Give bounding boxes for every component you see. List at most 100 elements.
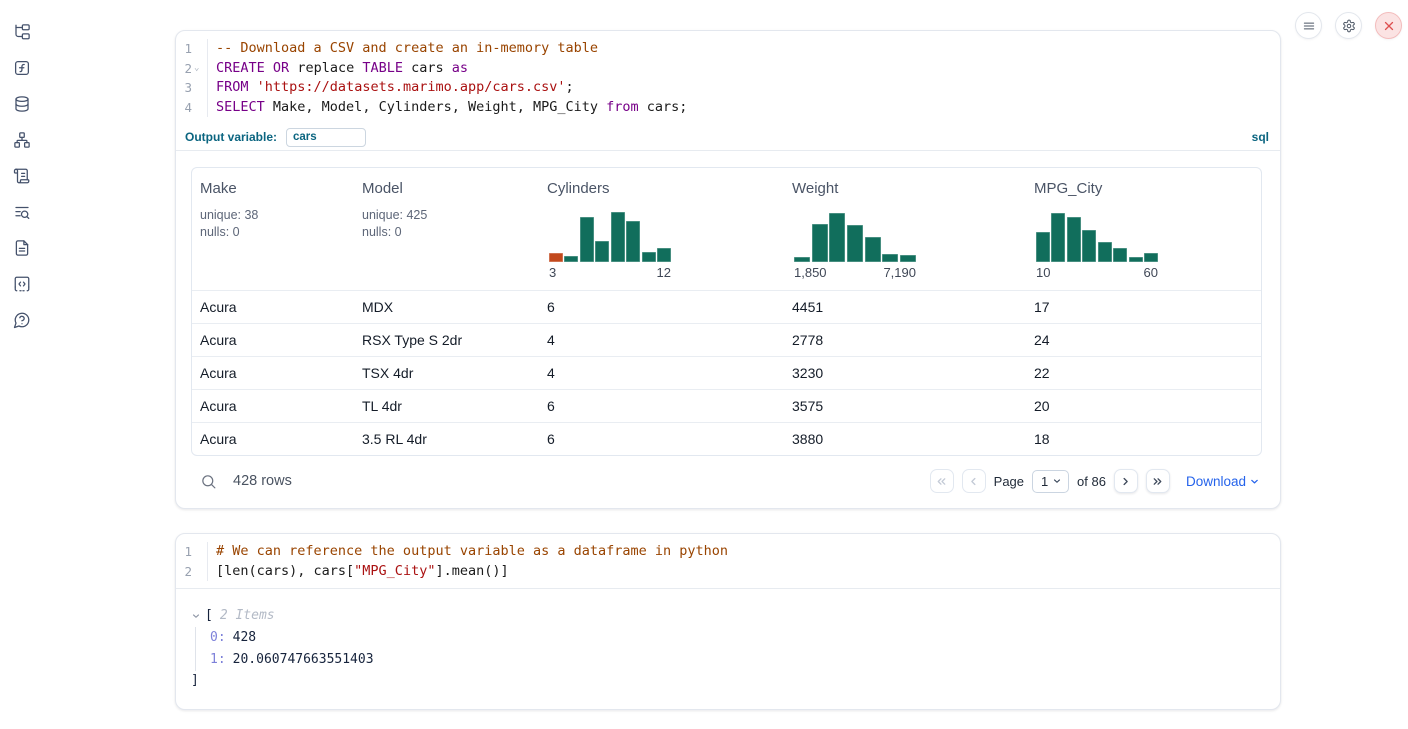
column-stats: unique: 38nulls: 0 — [200, 207, 346, 241]
histogram-bar — [1036, 232, 1050, 262]
code-text: -- Download a CSV and create an in-memor… — [208, 39, 598, 59]
code-text: # We can reference the output variable a… — [208, 542, 728, 562]
chevrons-left-icon — [935, 475, 948, 488]
histogram-bar — [1082, 230, 1096, 262]
sidebar-functions-button[interactable] — [0, 50, 44, 86]
functions-icon — [13, 59, 31, 77]
histogram-bar — [1098, 242, 1112, 262]
previous-page-button[interactable] — [962, 469, 986, 493]
table-row[interactable]: AcuraMDX6445117 — [192, 290, 1261, 323]
column-header-weight[interactable]: Weight 1,8507,190 — [784, 168, 1026, 290]
histogram-bar — [900, 255, 916, 262]
code-text: CREATE OR replace TABLE cars as — [208, 59, 468, 79]
column-histogram[interactable]: 1060 — [1036, 210, 1158, 280]
line-number: 1 — [176, 39, 208, 59]
sidebar-list-search-button[interactable] — [0, 194, 44, 230]
table-row[interactable]: AcuraTL 4dr6357520 — [192, 389, 1261, 422]
code-text: FROM 'https://datasets.marimo.app/cars.c… — [208, 78, 574, 98]
table-cell: 3.5 RL 4dr — [354, 431, 539, 447]
output-tree-body: 0:4281:20.060747663551403 — [195, 627, 1264, 671]
code-line: 2[len(cars), cars["MPG_City"].mean()] — [176, 562, 1280, 582]
table-cell: 3230 — [784, 365, 1026, 381]
table-cell: MDX — [354, 299, 539, 315]
table-cell: 17 — [1026, 299, 1261, 315]
histogram-bar — [829, 213, 845, 262]
next-page-button[interactable] — [1114, 469, 1138, 493]
sidebar-snippets-button[interactable] — [0, 266, 44, 302]
table-cell: 20 — [1026, 398, 1261, 414]
table-cell: 6 — [539, 398, 784, 414]
code-text: SELECT Make, Model, Cylinders, Weight, M… — [208, 98, 687, 118]
language-badge: sql — [1252, 130, 1269, 144]
sql-output-area: Make unique: 38nulls: 0 Model unique: 425nu… — [176, 151, 1280, 508]
histogram-bar — [865, 237, 881, 262]
download-button[interactable]: Download — [1186, 474, 1260, 489]
help-icon — [13, 311, 31, 329]
histogram-bar — [626, 221, 640, 262]
sql-code-editor[interactable]: 1-- Download a CSV and create an in-memo… — [176, 31, 1280, 124]
column-header-mpg_city[interactable]: MPG_City1060 — [1026, 168, 1261, 290]
close-bracket: ] — [191, 671, 1264, 691]
python-code-editor[interactable]: 1# We can reference the output variable … — [176, 534, 1280, 588]
line-number: 2 — [176, 562, 208, 582]
table-cell: 3575 — [784, 398, 1026, 414]
chevron-down-icon — [1052, 476, 1062, 486]
column-header-make[interactable]: Make unique: 38nulls: 0 — [192, 168, 354, 290]
sidebar-logs-button[interactable] — [0, 158, 44, 194]
page-select[interactable]: 1 — [1032, 470, 1069, 493]
sidebar-help-button[interactable] — [0, 302, 44, 338]
column-label: Make — [200, 180, 346, 197]
histogram-bar — [611, 212, 625, 262]
code-text: [len(cars), cars["MPG_City"].mean()] — [208, 562, 509, 582]
open-bracket: [ — [205, 605, 213, 627]
column-label: Weight — [792, 180, 1018, 197]
histogram-bar — [1113, 248, 1127, 262]
table-row[interactable]: Acura3.5 RL 4dr6388018 — [192, 422, 1261, 455]
table-cell: 6 — [539, 431, 784, 447]
histogram-bar — [642, 252, 656, 262]
column-histogram[interactable]: 312 — [549, 210, 671, 280]
python-output: [ 2 Items 0:4281:20.060747663551403 ] — [176, 589, 1280, 709]
line-number: 2⌄ — [176, 59, 208, 79]
histogram-bar — [564, 256, 578, 262]
column-header-cylinders[interactable]: Cylinders312 — [539, 168, 784, 290]
column-label: Model — [362, 180, 531, 197]
chevrons-right-icon — [1151, 475, 1164, 488]
table-row[interactable]: AcuraTSX 4dr4323022 — [192, 356, 1261, 389]
items-count-label: 2 Items — [220, 605, 275, 627]
sidebar-documentation-button[interactable] — [0, 230, 44, 266]
code-line: 3FROM 'https://datasets.marimo.app/cars.… — [176, 78, 1280, 98]
fold-chevron-icon[interactable]: ⌄ — [194, 59, 203, 79]
sidebar-database-button[interactable] — [0, 86, 44, 122]
histogram-bar — [595, 241, 609, 262]
page-select-value: 1 — [1041, 474, 1048, 489]
sidebar-dependency-graph-button[interactable] — [0, 122, 44, 158]
column-header-model[interactable]: Model unique: 425nulls: 0 — [354, 168, 539, 290]
output-variable-label: Output variable: — [185, 130, 277, 144]
menu-button[interactable] — [1295, 12, 1322, 39]
output-tree-header[interactable]: [ 2 Items — [191, 605, 1264, 627]
histogram-bar — [882, 254, 898, 262]
table-row[interactable]: AcuraRSX Type S 2dr4277824 — [192, 323, 1261, 356]
output-list-item: 0:428 — [210, 627, 1264, 649]
table-footer: 428 rows Page 1 of 86 Download — [191, 462, 1262, 500]
table-cell: TL 4dr — [354, 398, 539, 414]
histogram-range-labels: 1060 — [1036, 265, 1158, 280]
search-icon[interactable] — [200, 473, 217, 490]
histogram-bar — [1144, 253, 1158, 262]
sidebar-file-tree-button[interactable] — [0, 14, 44, 50]
line-number: 4 — [176, 98, 208, 118]
documentation-icon — [13, 239, 31, 257]
page-label: Page — [994, 474, 1024, 489]
close-button[interactable] — [1375, 12, 1402, 39]
table-cell: 4451 — [784, 299, 1026, 315]
histogram-bar — [549, 253, 563, 262]
code-line: 1# We can reference the output variable … — [176, 542, 1280, 562]
first-page-button[interactable] — [930, 469, 954, 493]
last-page-button[interactable] — [1146, 469, 1170, 493]
column-histogram[interactable]: 1,8507,190 — [794, 210, 916, 280]
column-stats: unique: 425nulls: 0 — [362, 207, 531, 241]
settings-button[interactable] — [1335, 12, 1362, 39]
output-variable-input[interactable] — [286, 128, 366, 147]
histogram-bar — [580, 217, 594, 262]
